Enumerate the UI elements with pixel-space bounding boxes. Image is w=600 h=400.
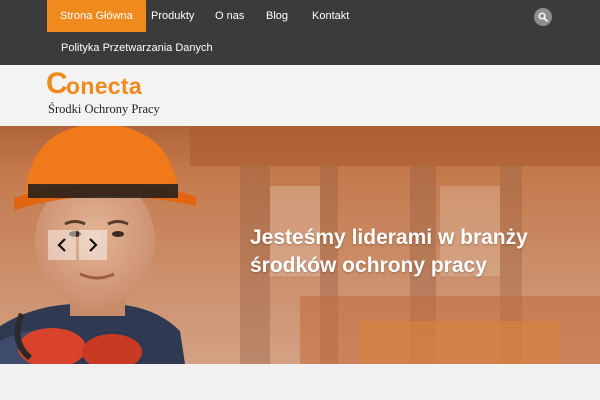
site-logo[interactable]: C onecta Środki Ochrony Pracy	[46, 69, 176, 119]
chevron-left-icon	[57, 238, 66, 252]
slider-prev-button[interactable]	[48, 230, 76, 260]
chevron-right-icon	[89, 238, 98, 252]
nav-item-produkty[interactable]: Produkty	[151, 0, 194, 32]
search-icon	[538, 12, 548, 22]
logo-band: C onecta Środki Ochrony Pracy	[0, 65, 600, 126]
logo-letter: C	[46, 67, 68, 100]
hero-heading: Jesteśmy liderami w branży środków ochro…	[250, 226, 528, 277]
nav-item-blog[interactable]: Blog	[266, 0, 288, 32]
search-button[interactable]	[534, 8, 552, 26]
content-area	[0, 364, 600, 400]
hero-slider: Jesteśmy liderami w branży środków ochro…	[0, 126, 600, 364]
nav-item-strona-glowna[interactable]: Strona Główna	[47, 0, 146, 32]
nav-item-polityka[interactable]: Polityka Przetwarzania Danych	[61, 32, 213, 64]
nav-item-o-nas[interactable]: O nas	[215, 0, 244, 32]
slider-next-button[interactable]	[79, 230, 107, 260]
logo-tagline: Środki Ochrony Pracy	[48, 102, 160, 116]
nav-item-kontakt[interactable]: Kontakt	[312, 0, 349, 32]
logo-wordmark: onecta	[66, 73, 142, 99]
main-navigation: Strona Główna Produkty O nas Blog Kontak…	[0, 0, 600, 65]
